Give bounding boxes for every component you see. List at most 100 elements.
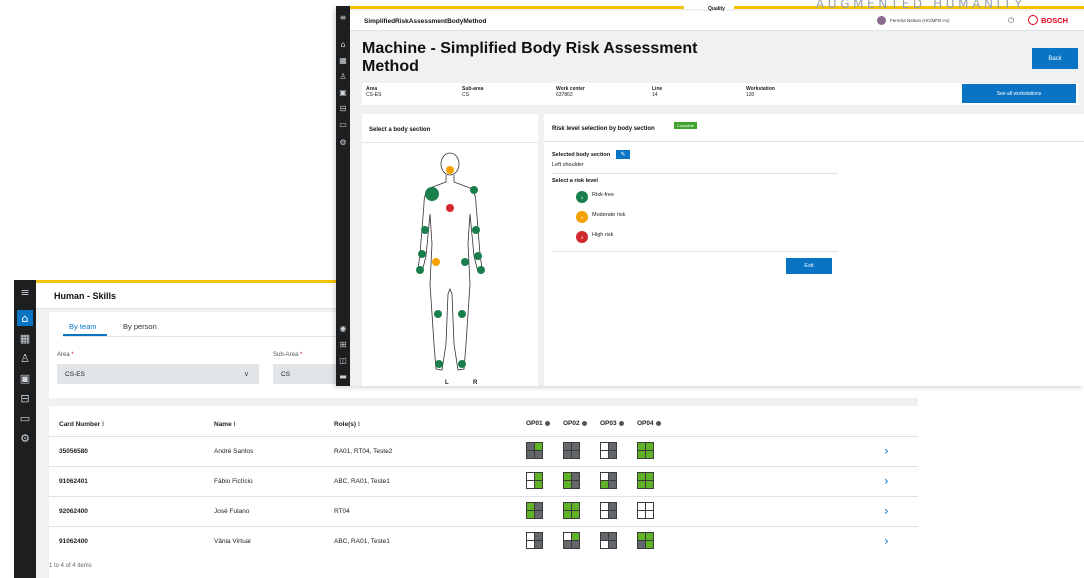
moderate-risk-icon: 2 <box>576 211 588 223</box>
chevron-right-icon[interactable]: › <box>884 474 889 488</box>
chevron-right-icon[interactable]: › <box>884 534 889 548</box>
app-title: SimplifiedRiskAssessmentBodyMethod <box>364 18 487 25</box>
skill-matrix-icon <box>526 532 543 549</box>
network-icon[interactable]: ⊞ <box>337 338 349 350</box>
card-number-cell: 91062401 <box>59 478 88 485</box>
body-section-marker[interactable] <box>446 166 454 174</box>
col-name[interactable]: Name ⁝ <box>214 420 236 428</box>
body-section-marker[interactable] <box>474 252 482 260</box>
body-section-marker[interactable] <box>416 266 424 274</box>
body-section-marker[interactable] <box>421 226 429 234</box>
avatar[interactable] <box>877 16 886 25</box>
monitor-icon[interactable]: ▣ <box>337 86 349 98</box>
risk-assessment-window: ≡ ⌂ ▦ ♙ ▣ ⊟ ▭ ⚙ ◉ ⊞ ◫ ▬ Quality Simplifi… <box>336 6 1084 386</box>
laptop-icon[interactable]: ▬ <box>337 370 349 382</box>
body-section-panel: Select a body section L R <box>362 114 538 386</box>
tab-by-person[interactable]: By person <box>123 322 157 331</box>
body-section-marker[interactable] <box>461 258 469 266</box>
menu-icon[interactable]: ≡ <box>337 11 349 23</box>
body-section-marker[interactable] <box>425 187 439 201</box>
folder-icon[interactable]: ▭ <box>337 118 349 130</box>
person-icon[interactable]: ♙ <box>337 70 349 82</box>
risk-option-high[interactable]: 3 High risk <box>576 231 676 243</box>
calendar-icon[interactable]: ▦ <box>337 54 349 66</box>
skill-matrix-icon <box>563 472 580 489</box>
col-op01: OP01 <box>526 420 550 427</box>
card-number-cell: 91062400 <box>59 538 88 545</box>
info-line: Line 14 <box>652 86 663 98</box>
back-button[interactable]: Back <box>1032 48 1078 69</box>
table-row[interactable]: 35056580 André Santos RA01, RT04, Teste2 › <box>49 436 918 465</box>
table-row[interactable]: 91062400 Vânia Virtual ABC, RA01, Teste1 › <box>49 526 918 555</box>
card-number-cell: 35056580 <box>59 448 88 455</box>
body-section-marker[interactable] <box>470 186 478 194</box>
name-cell: Fábio Fictício <box>214 478 253 485</box>
info-icon <box>655 420 661 426</box>
body-section-marker[interactable] <box>477 266 485 274</box>
menu-icon[interactable]: ≡ <box>17 284 33 300</box>
home-icon[interactable]: ⌂ <box>337 38 349 50</box>
body-section-marker[interactable] <box>435 360 443 368</box>
risk-option-label: Risk-free <box>592 192 615 198</box>
home-icon[interactable]: ⌂ <box>17 310 33 326</box>
tab-by-team[interactable]: By team <box>69 322 97 331</box>
settings-icon[interactable]: ⚙ <box>337 136 349 148</box>
skill-matrix-icon <box>600 442 617 459</box>
app-header: SimplifiedRiskAssessmentBodyMethod Ferre… <box>350 11 1084 31</box>
body-section-marker[interactable] <box>432 258 440 266</box>
info-icon <box>618 420 624 426</box>
body-section-marker[interactable] <box>458 360 466 368</box>
workstation-info-bar: Area CS-ES Sub-area CS Work center 637863 L… <box>362 83 1078 105</box>
body-section-marker[interactable] <box>418 250 426 258</box>
left-side-label: L <box>445 380 449 386</box>
skills-side-rail: ≡ ⌂ ▦ ♙ ▣ ⊟ ▭ ⚙ <box>14 280 36 578</box>
machine-icon[interactable]: ⊟ <box>337 102 349 114</box>
edit-section-button[interactable]: ✎ <box>616 150 630 159</box>
risk-side-rail: ≡ ⌂ ▦ ♙ ▣ ⊟ ▭ ⚙ ◉ ⊞ ◫ ▬ <box>336 6 350 386</box>
table-row[interactable]: 91062401 Fábio Fictício ABC, RA01, Teste1 › <box>49 466 918 495</box>
body-section-marker[interactable] <box>458 310 466 318</box>
logout-icon[interactable]: ⏻ <box>1008 16 1014 26</box>
user-name: Ferreira Nelson (HC/MFD-Ax) <box>890 18 950 23</box>
chevron-down-icon: ∨ <box>243 371 249 378</box>
settings-icon[interactable]: ⚙ <box>17 430 33 446</box>
body-section-marker[interactable] <box>434 310 442 318</box>
machine-icon[interactable]: ⊟ <box>17 390 33 406</box>
col-card-number[interactable]: Card Number ⁝ <box>59 420 104 428</box>
calendar-icon[interactable]: ▦ <box>17 330 33 346</box>
roles-cell: RT04 <box>334 508 350 515</box>
area-select[interactable]: CS-ES ∨ <box>57 364 259 384</box>
exit-button[interactable]: Exit <box>786 258 832 274</box>
col-op02: OP02 <box>563 420 587 427</box>
status-badge: Complete <box>674 122 698 129</box>
col-op03: OP03 <box>600 420 624 427</box>
exit-divider <box>552 251 838 252</box>
risk-option-free[interactable]: 1 Risk-free <box>576 191 676 203</box>
see-all-workstations-button[interactable]: See all workstations <box>962 84 1076 103</box>
skill-matrix-icon <box>600 502 617 519</box>
col-roles[interactable]: Role(s) ⁝ <box>334 420 360 428</box>
info-icon <box>544 420 550 426</box>
monitor-icon[interactable]: ▣ <box>17 370 33 386</box>
high-risk-icon: 3 <box>576 231 588 243</box>
skill-matrix-icon <box>563 532 580 549</box>
risk-option-moderate[interactable]: 2 Moderate risk <box>576 211 676 223</box>
book-icon[interactable]: ◫ <box>337 354 349 366</box>
skill-matrix-icon <box>637 532 654 549</box>
folder-icon[interactable]: ▭ <box>17 410 33 426</box>
body-section-marker[interactable] <box>472 226 480 234</box>
skill-matrix-icon <box>637 442 654 459</box>
chevron-right-icon[interactable]: › <box>884 444 889 458</box>
person-icon[interactable]: ♙ <box>17 350 33 366</box>
risk-option-label: Moderate risk <box>592 212 626 218</box>
section-divider <box>552 173 838 174</box>
active-tab-indicator <box>63 334 107 336</box>
location-icon[interactable]: ◉ <box>337 322 349 334</box>
info-workcenter: Work center 637863 <box>556 86 585 98</box>
selected-section-label: Selected body section <box>552 152 611 158</box>
skill-matrix-icon <box>563 442 580 459</box>
risk-option-label: High risk <box>592 232 614 238</box>
body-section-marker[interactable] <box>446 204 454 212</box>
table-row[interactable]: 92062400 José Fulano RT04 › <box>49 496 918 525</box>
chevron-right-icon[interactable]: › <box>884 504 889 518</box>
